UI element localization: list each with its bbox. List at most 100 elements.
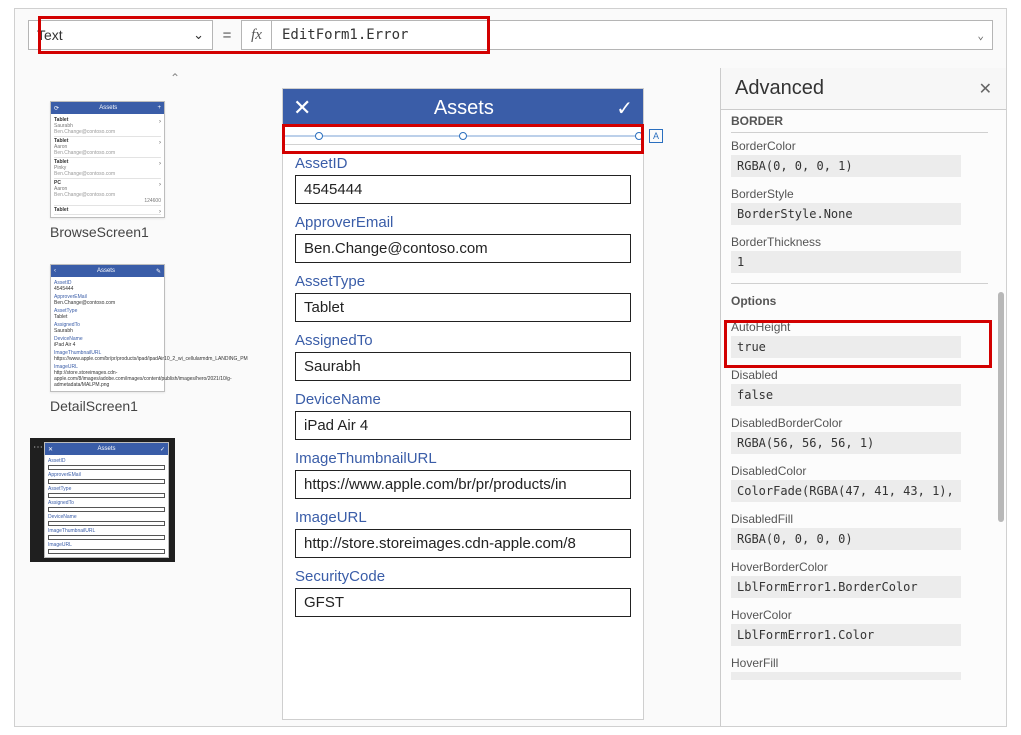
property-value[interactable]: BorderStyle.None <box>731 203 961 225</box>
thumb-browse[interactable]: ⟳Assets+ TabletSaurabhBen.Change@contoso… <box>50 101 165 218</box>
property-value[interactable]: RGBA(56, 56, 56, 1) <box>731 432 961 454</box>
scrollbar-thumb[interactable] <box>998 292 1004 522</box>
formula-input[interactable]: EditForm1.Error ⌄ <box>271 20 993 50</box>
form-field: DeviceName iPad Air 4 <box>295 391 631 440</box>
property-row: DisabledBorderColorRGBA(56, 56, 56, 1) <box>731 416 988 454</box>
field-input[interactable]: 4545444 <box>295 175 631 204</box>
list-item: AssetTypeTablet <box>54 307 161 321</box>
field-input[interactable]: Tablet <box>295 293 631 322</box>
property-row: BorderThickness 1 <box>731 235 988 273</box>
property-dropdown-label: Text <box>37 27 63 43</box>
section-border: Border <box>731 114 988 133</box>
close-icon[interactable]: ✕ <box>979 79 992 99</box>
property-value[interactable]: false <box>731 384 961 406</box>
property-label: HoverColor <box>731 608 988 622</box>
property-row: BorderColor RGBA(0, 0, 0, 1) <box>731 139 988 177</box>
property-row: BorderStyle BorderStyle.None <box>731 187 988 225</box>
list-item: TabletPinkyBen.Change@contoso.com› <box>54 158 161 179</box>
property-row: HoverBorderColor LblFormError1.BorderColo… <box>731 560 988 598</box>
property-value[interactable] <box>731 672 961 680</box>
field-input[interactable]: Saurabh <box>295 352 631 381</box>
thumb-detail-label: DetailScreen1 <box>50 398 175 414</box>
list-item: AssignedTo <box>48 499 165 513</box>
list-item: ImageThumbnailURL <box>48 527 165 541</box>
field-label: DeviceName <box>295 391 631 408</box>
list-item: ImageThumbnailURLhttps://www.apple.com/b… <box>54 349 161 363</box>
property-label: DisabledColor <box>731 464 988 478</box>
property-value[interactable]: true <box>731 336 961 358</box>
fx-icon[interactable]: fx <box>241 20 271 50</box>
form-field: ImageThumbnailURLhttps://www.apple.com/b… <box>295 450 631 499</box>
phone-canvas: ✕ Assets ✓ A AssetID 4545444 ApproverEmail… <box>282 88 644 720</box>
panel-title: Advanced <box>735 77 824 100</box>
property-row: Disabled false <box>731 368 988 406</box>
property-row: HoverColor LblFormError1.Color <box>731 608 988 646</box>
edit-icon: ✎ <box>156 268 161 275</box>
section-options: Options <box>731 283 988 314</box>
field-label: ImageURL <box>295 509 631 526</box>
property-value[interactable]: LblFormError1.BorderColor <box>731 576 961 598</box>
form-field: AssetID 4545444 <box>295 155 631 204</box>
property-value[interactable]: LblFormError1.Color <box>731 624 961 646</box>
property-label: BorderColor <box>731 139 988 153</box>
list-item: DeviceName <box>48 513 165 527</box>
field-label: ApproverEmail <box>295 214 631 231</box>
field-input[interactable]: iPad Air 4 <box>295 411 631 440</box>
list-item: AssetID4545444 <box>54 279 161 293</box>
thumb-edit-selected[interactable]: ⋯ ✕Assets✓ AssetIDApproverEMailAssetType… <box>30 438 175 562</box>
form-field: ApproverEmail Ben.Change@contoso.com <box>295 214 631 263</box>
property-label: BorderThickness <box>731 235 988 249</box>
property-row: AutoHeighttrue <box>731 320 988 358</box>
form-field: SecurityCode GFST <box>295 568 631 617</box>
more-icon[interactable]: ⋯ <box>32 442 44 453</box>
formula-bar: Text ⌄ = fx EditForm1.Error ⌄ <box>28 20 993 50</box>
list-item: PCAaronBen.Change@contoso.com›124600 <box>54 179 161 206</box>
scrollbar[interactable] <box>998 122 1004 716</box>
field-label: AssignedTo <box>295 332 631 349</box>
check-icon[interactable]: ✓ <box>616 96 633 121</box>
chevron-down-icon: ⌄ <box>193 27 204 43</box>
form-field: AssignedTo Saurabh <box>295 332 631 381</box>
field-input[interactable]: GFST <box>295 588 631 617</box>
plus-icon: + <box>157 105 161 111</box>
list-item: ApproverEMailBen.Change@contoso.com <box>54 293 161 307</box>
text-control-badge: A <box>649 129 663 143</box>
formula-text: EditForm1.Error <box>282 27 408 43</box>
list-item: ImageURL <box>48 541 165 555</box>
collapse-grip-icon[interactable]: ⌃ <box>160 70 190 86</box>
chevron-down-icon: ⌄ <box>977 29 984 42</box>
thumb-browse-label: BrowseScreen1 <box>50 224 175 240</box>
property-row: DisabledColor ColorFade(RGBA(47, 41, 43, … <box>731 464 988 502</box>
field-input[interactable]: https://www.apple.com/br/pr/products/in <box>295 470 631 499</box>
field-label: AssetType <box>295 273 631 290</box>
form-field: ImageURL http://store.storeimages.cdn-app… <box>295 509 631 558</box>
property-value[interactable]: 1 <box>731 251 961 273</box>
property-label: HoverFill <box>731 656 988 670</box>
property-row: DisabledFillRGBA(0, 0, 0, 0) <box>731 512 988 550</box>
property-label: BorderStyle <box>731 187 988 201</box>
edit-form: AssetID 4545444 ApproverEmail Ben.Change@co… <box>283 145 643 719</box>
property-value[interactable]: RGBA(0, 0, 0, 1) <box>731 155 961 177</box>
close-icon[interactable]: ✕ <box>293 95 311 121</box>
field-input[interactable]: http://store.storeimages.cdn-apple.com/8 <box>295 529 631 558</box>
property-value[interactable]: ColorFade(RGBA(47, 41, 43, 1), 70%) <box>731 480 961 502</box>
form-field: AssetType Tablet <box>295 273 631 322</box>
list-item: TabletSaurabhBen.Change@contoso.com› <box>54 116 161 137</box>
list-item: TabletAaronBen.Change@contoso.com› <box>54 137 161 158</box>
property-value[interactable]: RGBA(0, 0, 0, 0) <box>731 528 961 550</box>
property-dropdown[interactable]: Text ⌄ <box>28 20 213 50</box>
screen-thumbnails: ⟳Assets+ TabletSaurabhBen.Change@contoso… <box>30 95 175 562</box>
equals-label: = <box>213 20 241 50</box>
list-item: AssetID <box>48 457 165 471</box>
property-label: Disabled <box>731 368 988 382</box>
field-label: SecurityCode <box>295 568 631 585</box>
field-input[interactable]: Ben.Change@contoso.com <box>295 234 631 263</box>
list-item: DeviceNameiPad Air 4 <box>54 335 161 349</box>
field-label: AssetID <box>295 155 631 172</box>
list-item: Tablet› <box>54 206 161 215</box>
thumb-detail[interactable]: ‹Assets✎ AssetID4545444ApproverEMailBen.… <box>50 264 165 392</box>
selected-error-label[interactable]: A <box>283 127 643 145</box>
app-title: Assets <box>311 97 616 120</box>
property-label: HoverBorderColor <box>731 560 988 574</box>
advanced-panel: Advanced ✕ Border BorderColor RGBA(0, 0, … <box>720 68 1006 726</box>
